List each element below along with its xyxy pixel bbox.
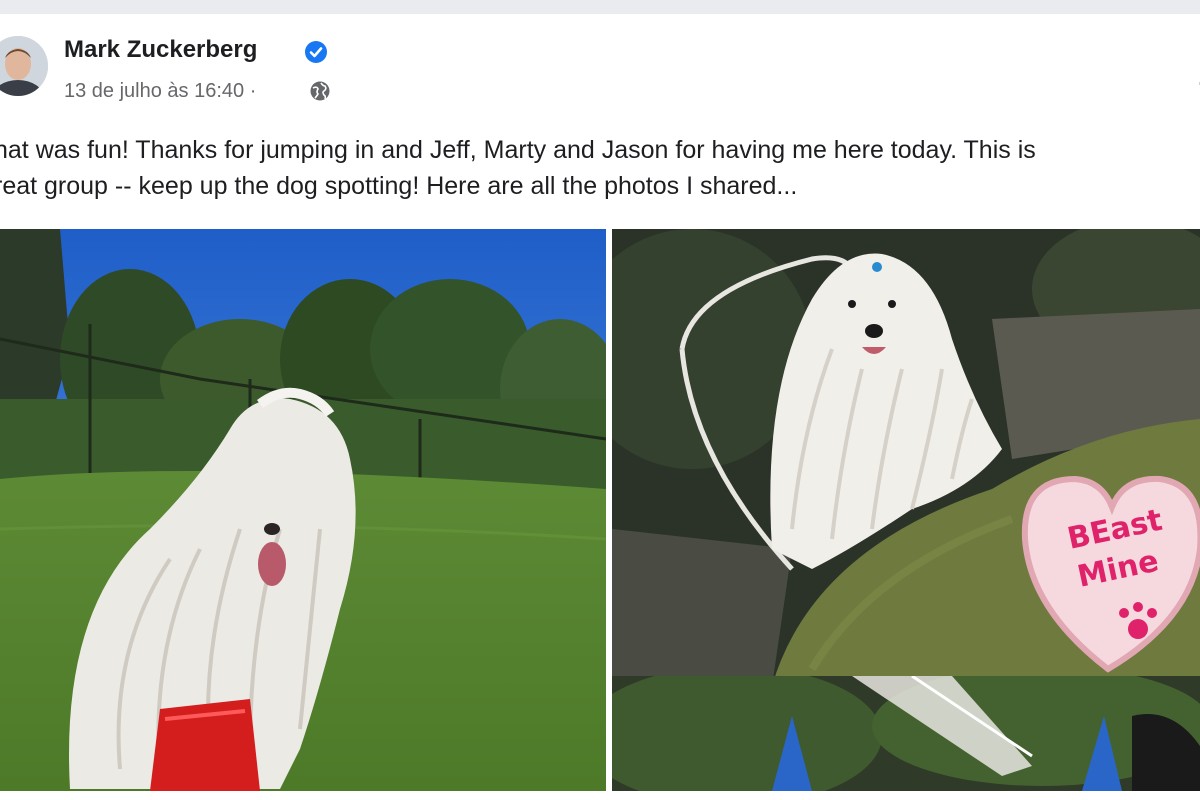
verified-badge-icon — [304, 40, 328, 64]
post-text-line: hat was fun! Thanks for jumping in and J… — [0, 136, 1036, 164]
post-text: hat was fun! Thanks for jumping in and J… — [0, 132, 1200, 204]
author-avatar[interactable] — [0, 36, 48, 96]
post-text-line: reat group -- keep up the dog spotting! … — [0, 172, 798, 200]
dogs-in-costume-photo[interactable] — [612, 676, 1200, 791]
post-card: Mark Zuckerberg 13 de julho às 16:40 · ·… — [0, 14, 1200, 800]
globe-icon — [309, 80, 331, 102]
more-options-button[interactable]: · — [1186, 62, 1200, 102]
card-footer-strip — [0, 791, 1200, 800]
white-dog-with-heart-cookie-photo[interactable]: BEast Mine — [612, 229, 1200, 686]
author-name[interactable]: Mark Zuckerberg — [64, 36, 257, 64]
white-corded-dog-in-park-photo[interactable] — [0, 229, 606, 791]
post-timestamp[interactable]: 13 de julho às 16:40 · — [64, 80, 256, 103]
